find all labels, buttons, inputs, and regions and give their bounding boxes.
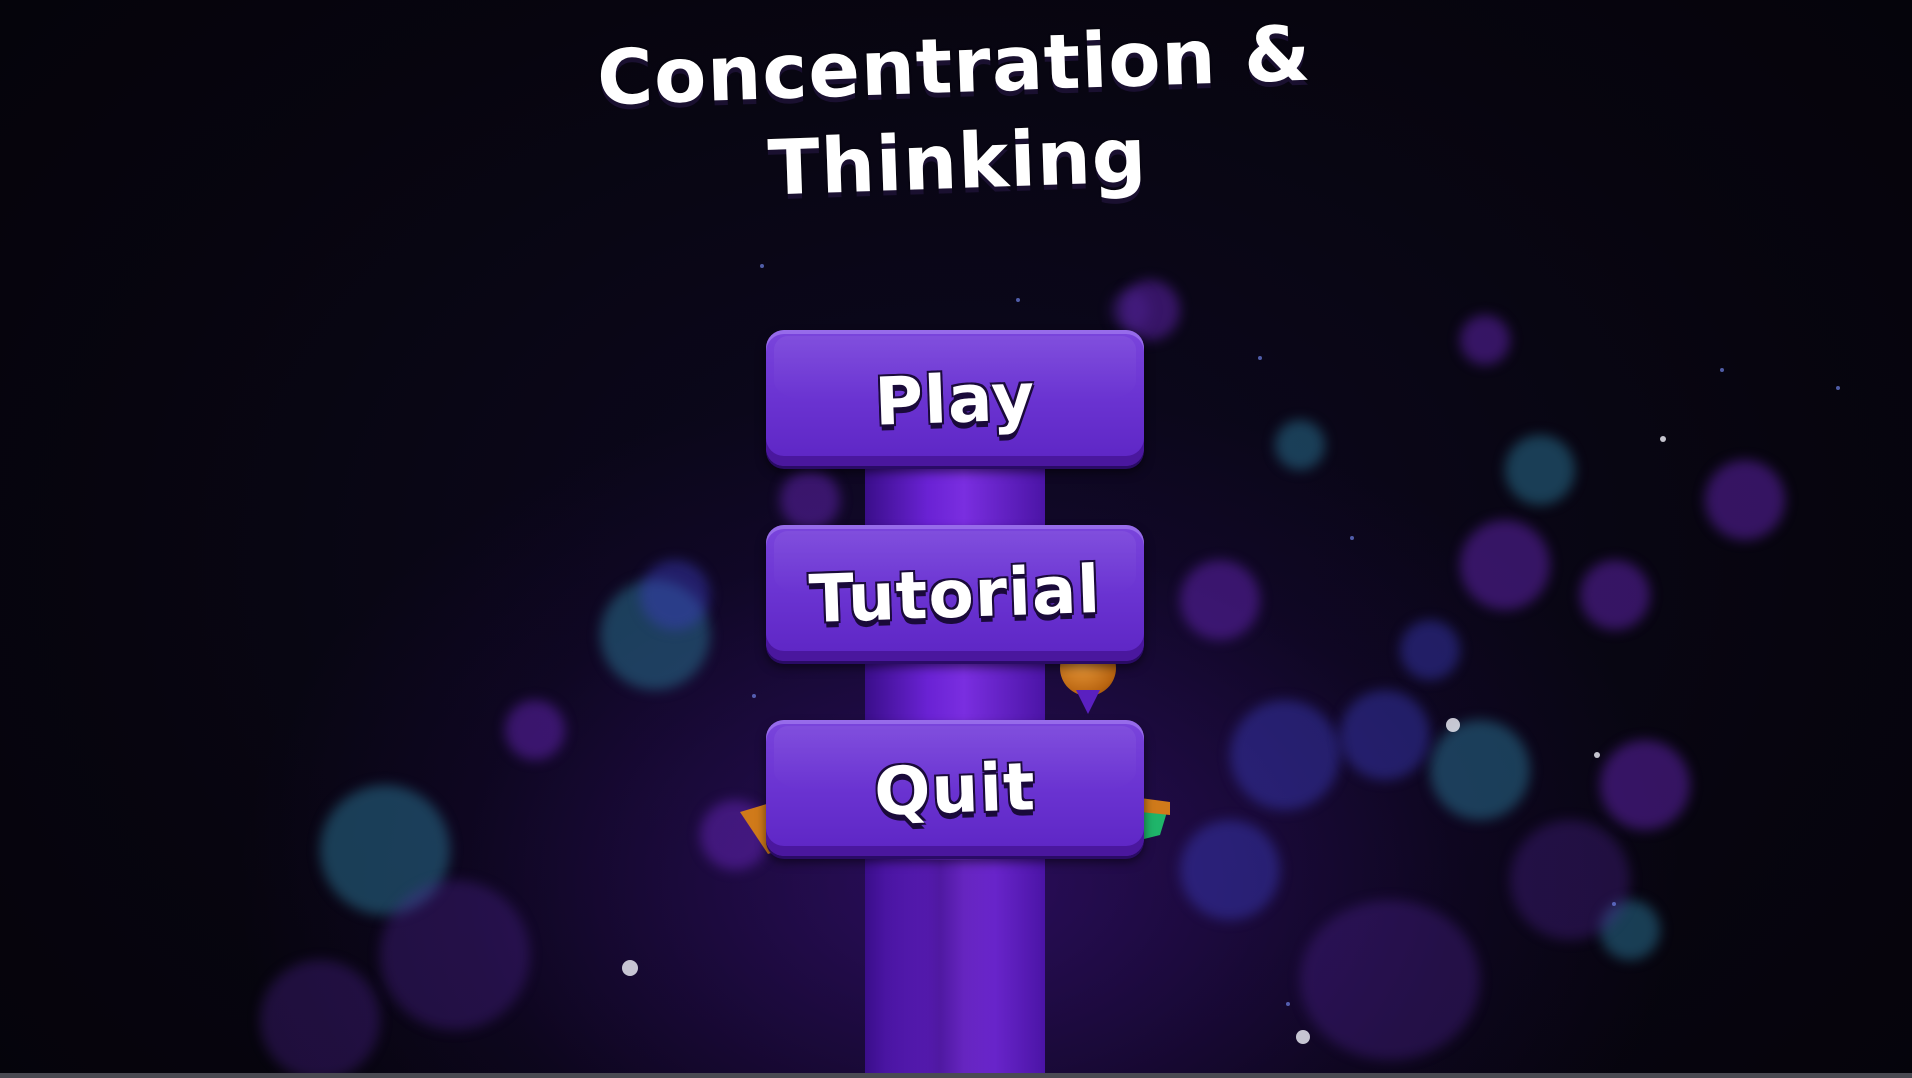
bokeh-orb xyxy=(1580,560,1650,630)
sparkle xyxy=(622,960,638,976)
bokeh-orb xyxy=(320,785,450,915)
game-screen: Concentration & Thinking Play Tutorial Q… xyxy=(0,0,1912,1078)
bokeh-orb xyxy=(1505,435,1575,505)
sparkle xyxy=(1446,718,1460,732)
bokeh-orb xyxy=(640,560,710,630)
particle xyxy=(1720,368,1724,372)
particle xyxy=(1612,902,1616,906)
particle xyxy=(1836,386,1840,390)
bokeh-orb xyxy=(1705,460,1785,540)
quit-button-label: Quit xyxy=(873,748,1037,831)
particle xyxy=(1258,356,1262,360)
play-button-label: Play xyxy=(873,358,1037,441)
particle xyxy=(1016,298,1020,302)
sparkle xyxy=(1296,1030,1310,1044)
particle xyxy=(1286,1002,1290,1006)
bokeh-orb xyxy=(1430,720,1530,820)
bokeh-orb xyxy=(1460,520,1550,610)
bokeh-orb xyxy=(700,800,770,870)
bokeh-orb xyxy=(1180,820,1280,920)
sparkle xyxy=(1594,752,1600,758)
bokeh-orb xyxy=(260,960,380,1078)
bokeh-orb xyxy=(600,580,710,690)
sparkle xyxy=(1660,436,1666,442)
bokeh-orb xyxy=(1510,820,1630,940)
bokeh-orb xyxy=(1230,700,1340,810)
bokeh-orb xyxy=(1460,315,1510,365)
bokeh-orb xyxy=(1600,740,1690,830)
bokeh-orb xyxy=(505,700,565,760)
bokeh-orb xyxy=(1340,690,1430,780)
bokeh-orb xyxy=(380,880,530,1030)
game-title: Concentration & Thinking xyxy=(0,0,1912,243)
bokeh-orb xyxy=(1110,290,1150,330)
tutorial-button[interactable]: Tutorial xyxy=(766,525,1144,661)
tutorial-button-label: Tutorial xyxy=(807,550,1103,639)
bokeh-orb xyxy=(1275,420,1325,470)
play-button[interactable]: Play xyxy=(766,330,1144,466)
particle xyxy=(1350,536,1354,540)
quit-button[interactable]: Quit xyxy=(766,720,1144,856)
bokeh-orb xyxy=(1180,560,1260,640)
bottom-edge-bar xyxy=(0,1073,1912,1078)
bokeh-orb xyxy=(1600,900,1660,960)
particle xyxy=(752,694,756,698)
bokeh-orb xyxy=(1400,620,1460,680)
bokeh-orb xyxy=(1300,900,1480,1060)
particle xyxy=(760,264,764,268)
main-menu: Play Tutorial Quit xyxy=(766,330,1144,915)
